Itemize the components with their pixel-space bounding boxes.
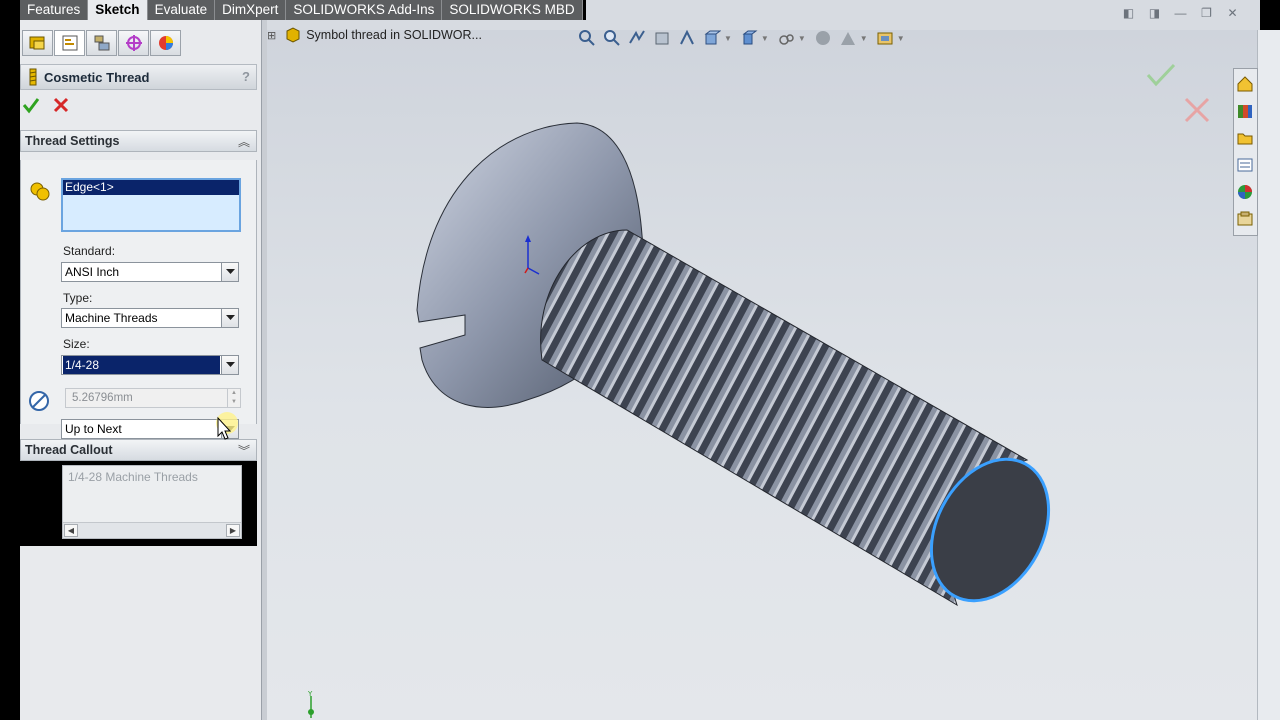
standard-label: Standard: [63,244,116,258]
thread-callout-title: Thread Callout [25,443,113,457]
edge-selection-icon [30,182,50,201]
dimxpert-manager-icon [125,35,142,51]
scroll-right-icon[interactable]: ▶ [226,524,240,537]
chevron-down-icon[interactable] [221,356,238,374]
tab-features[interactable]: Features [20,0,89,20]
property-manager-title-bar: Cosmetic Thread ? [20,64,257,90]
diameter-spinner[interactable]: ▲ ▼ [227,389,240,407]
confirm-corner-ok-icon[interactable] [1145,62,1177,88]
maximize-icon[interactable]: ❐ [1198,5,1215,20]
custom-properties-icon[interactable] [1234,206,1256,231]
graphics-area[interactable]: ⊞ Symbol thread in SOLIDWOR... ▼ ▼ ▼ ▼ ▼ [267,27,1257,720]
standard-dropdown[interactable]: ANSI Inch [61,262,239,282]
size-label: Size: [63,337,90,351]
size-value: 1/4-28 [63,356,220,374]
window-controls: ◧ ◨ — ❐ ✕ [1120,5,1241,20]
tab-solidworks-add-ins[interactable]: SOLIDWORKS Add-Ins [286,0,443,20]
restore-right-icon[interactable]: ◨ [1146,5,1163,20]
type-dropdown[interactable]: Machine Threads [61,308,239,328]
end-condition-dropdown[interactable]: Up to Next [61,419,239,439]
end-condition-value: Up to Next [65,422,122,436]
thread-settings-header[interactable]: Thread Settings ︽ [20,130,257,152]
edge-selection-box[interactable]: Edge<1> [61,178,241,232]
diameter-icon [29,391,49,411]
mouse-cursor-icon [216,412,238,440]
file-explorer-icon[interactable] [1234,125,1256,150]
cancel-button[interactable] [52,96,70,114]
manager-tabs [20,30,181,56]
collapse-chevron-icon[interactable]: ︽ [238,133,250,150]
cosmetic-thread-icon [29,68,37,86]
restore-left-icon[interactable]: ◧ [1120,5,1137,20]
type-label: Type: [63,291,93,305]
feature-manager-icon [29,36,44,50]
size-dropdown[interactable]: 1/4-28 [61,355,239,375]
svg-text:Y: Y [307,690,313,698]
standard-value: ANSI Inch [65,265,120,279]
screw-model[interactable] [267,30,1257,720]
horizontal-scrollbar[interactable]: ◀ ▶ [63,522,241,538]
thread-callout-text: 1/4-28 Machine Threads [68,470,198,484]
tab-sketch[interactable]: Sketch [88,0,148,20]
property-manager-icon [62,35,77,51]
property-manager-tab[interactable] [54,30,85,56]
display-manager-tab[interactable] [150,30,181,56]
tab-evaluate[interactable]: Evaluate [147,0,216,20]
feature-manager-tab[interactable] [22,30,53,56]
task-pane-tabs [1233,68,1258,236]
diameter-value: 5.26796mm [72,392,133,404]
property-manager-panel: Cosmetic Thread ? Thread Settings ︽ Edge… [20,20,262,720]
thread-callout-textbox[interactable]: 1/4-28 Machine Threads ◀ ▶ [62,465,242,539]
minimize-icon[interactable]: — [1172,5,1189,20]
solidworks-resources-icon[interactable] [1234,71,1256,96]
command-manager-tabs: Features Sketch Evaluate DimXpert SOLIDW… [20,0,583,20]
appearances-icon[interactable] [1234,179,1256,204]
configuration-manager-tab[interactable] [86,30,117,56]
reference-triad-icon: Y [307,690,314,718]
tab-dimxpert[interactable]: DimXpert [215,0,287,20]
scroll-left-icon[interactable]: ◀ [64,524,78,537]
chevron-down-icon[interactable] [221,309,238,327]
chevron-down-icon[interactable] [221,263,238,281]
thread-settings-body: Edge<1> Standard: ANSI Inch Type: Machin… [20,160,257,439]
view-palette-icon[interactable] [1234,152,1256,177]
confirm-corner-cancel-icon[interactable] [1183,96,1211,124]
ok-button[interactable] [22,96,40,114]
ok-cancel-bar [22,94,70,116]
task-pane-edge [1257,30,1280,720]
property-manager-title: Cosmetic Thread [44,69,150,85]
tab-solidworks-mbd[interactable]: SOLIDWORKS MBD [442,0,583,20]
display-manager-icon [158,36,173,50]
diameter-input[interactable]: 5.26796mm ▲ ▼ [65,388,241,408]
help-button[interactable]: ? [242,69,250,84]
type-value: Machine Threads [65,311,158,325]
thread-settings-title: Thread Settings [25,134,120,148]
design-library-icon[interactable] [1234,98,1256,123]
configuration-manager-icon [94,35,109,51]
dimxpert-manager-tab[interactable] [118,30,149,56]
selected-edge[interactable]: Edge<1> [63,180,239,195]
thread-callout-body: 1/4-28 Machine Threads ◀ ▶ [20,461,257,546]
close-icon[interactable]: ✕ [1224,5,1241,20]
